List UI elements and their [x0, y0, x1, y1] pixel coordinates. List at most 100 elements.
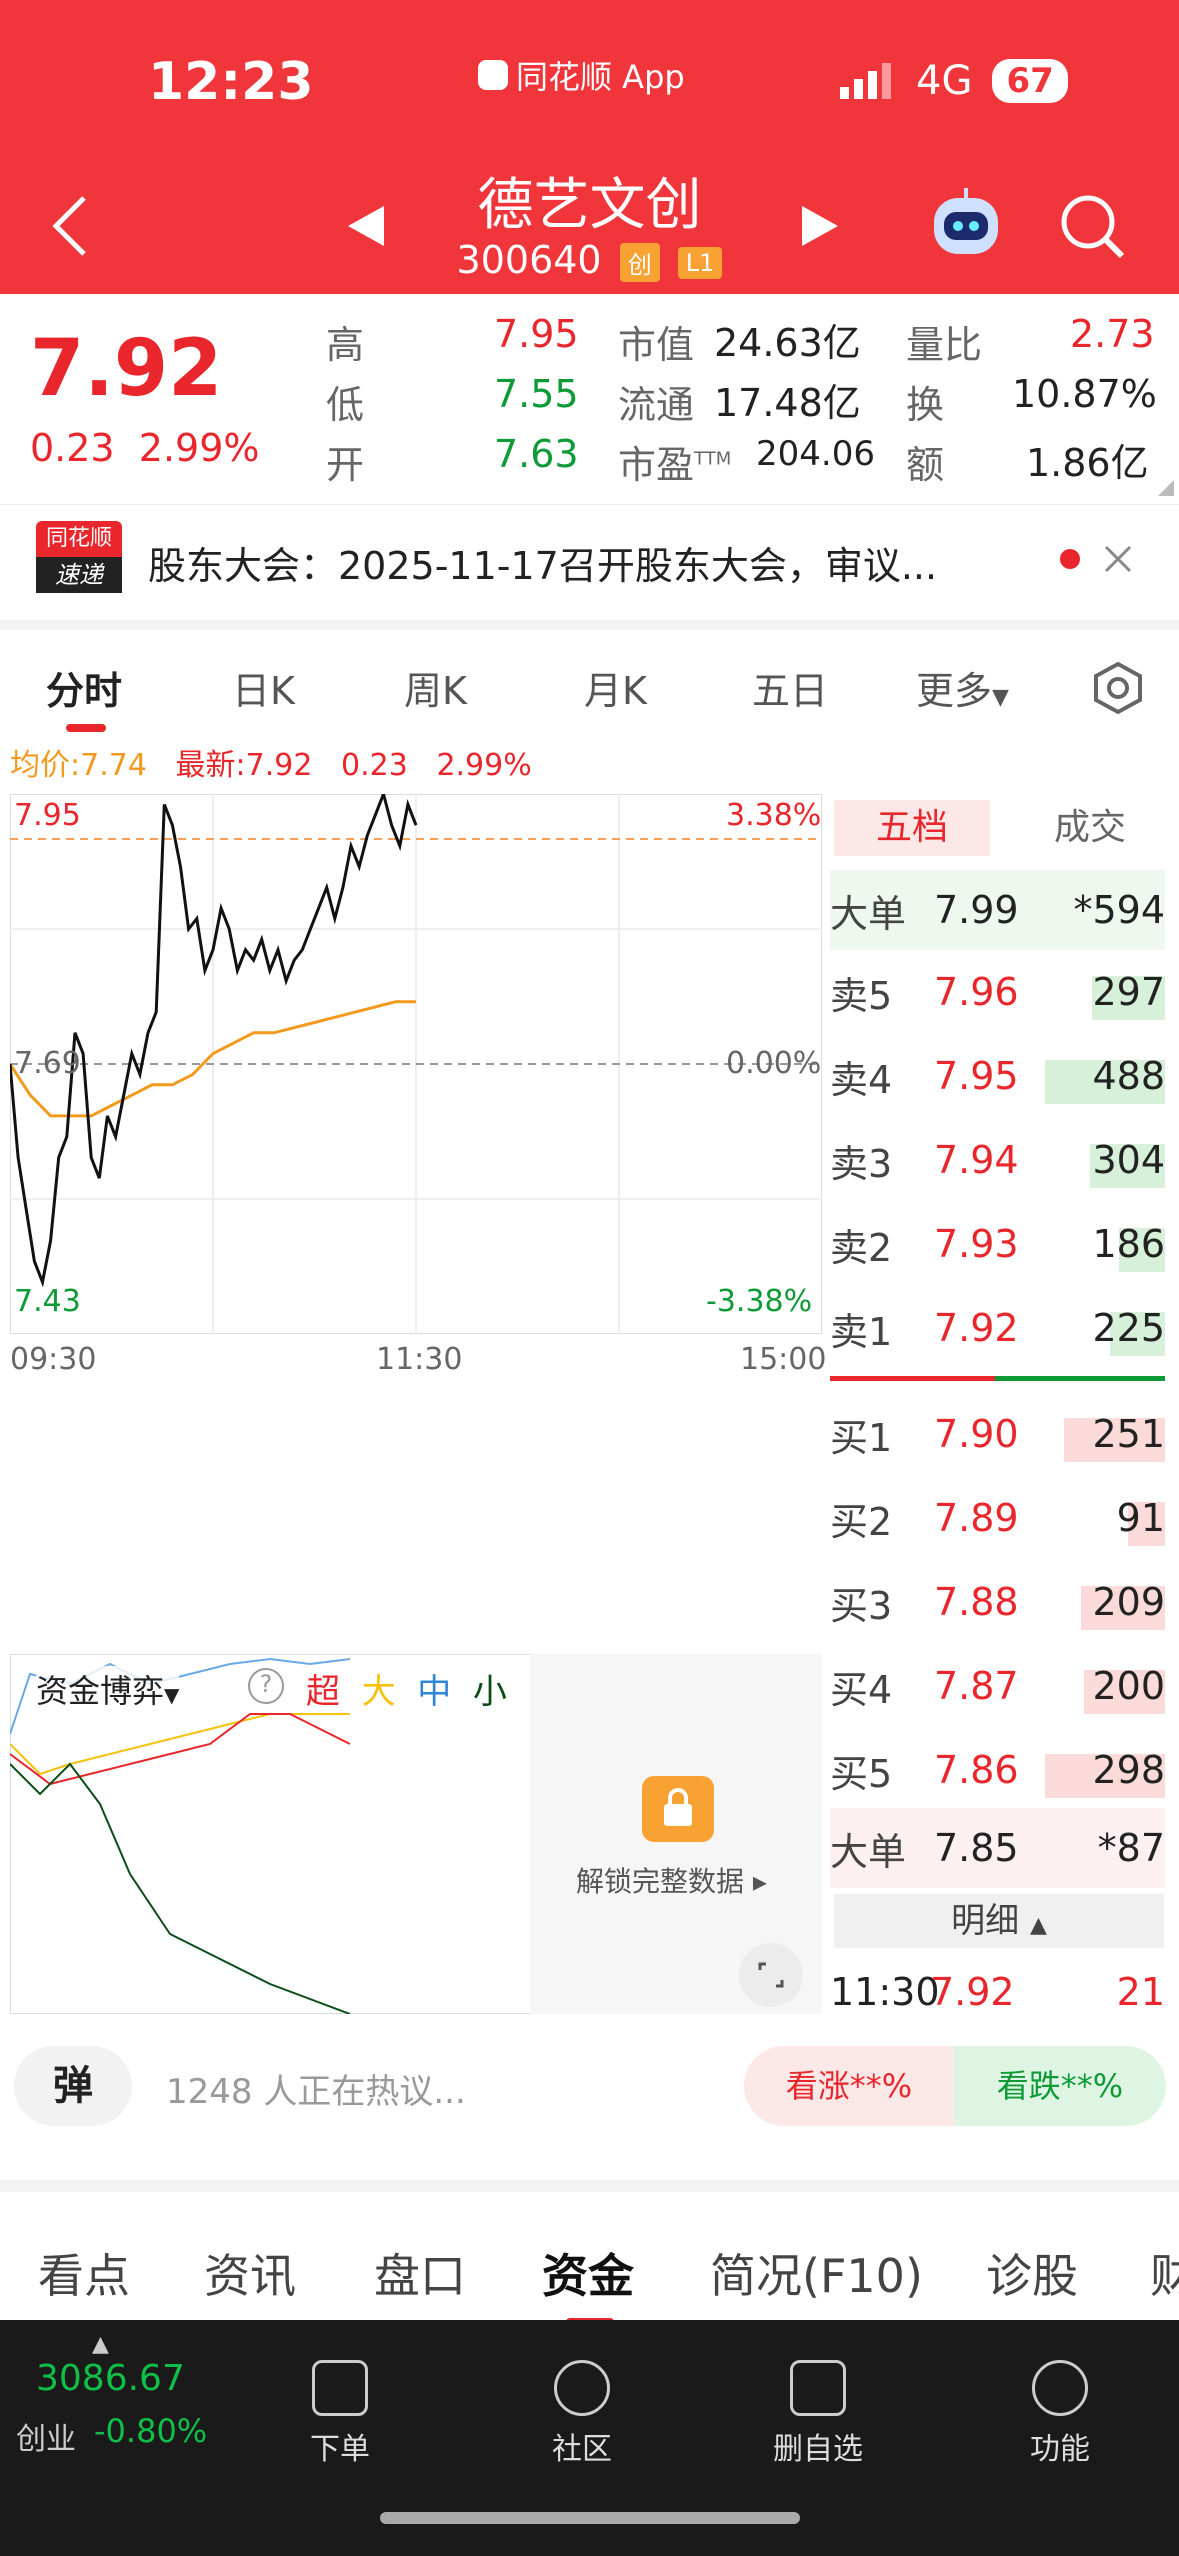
tab-monthly-k[interactable]: 月K [584, 660, 647, 715]
order-label: 下单 [310, 2432, 370, 2467]
x-label-close: 15:00 [740, 1342, 827, 1377]
app-name: 同花顺 App [516, 58, 685, 96]
remove-watchlist-button[interactable]: 删自选 [748, 2360, 888, 2468]
level-tag: L1 [677, 246, 723, 279]
bid-price: 7.89 [934, 1496, 1019, 1540]
board-tag: 创 [619, 243, 660, 282]
tab-five-level[interactable]: 五档 [834, 800, 990, 856]
spread-bar-green [995, 1376, 1165, 1381]
ask-row[interactable]: 卖5 7.96 297 [830, 952, 1165, 1032]
tab-trades[interactable]: 成交 [1020, 800, 1160, 856]
ask-vol-text: 186 [1092, 1222, 1165, 1266]
dropdown-icon: ▼ [992, 685, 1009, 710]
big-buy-vol: *87 [1097, 1826, 1165, 1870]
news-text: 股东大会：2025-11-17召开股东大会，审议... [148, 544, 938, 588]
bid-row[interactable]: 买1 7.90 251 [830, 1394, 1165, 1474]
pe-sup: TTM [694, 448, 732, 470]
ask-vol: 488 [1045, 1054, 1165, 1104]
search-icon[interactable] [1058, 192, 1128, 262]
tab-f10[interactable]: 简况(F10) [710, 2240, 923, 2306]
bid-price: 7.87 [934, 1664, 1019, 1708]
ask-row[interactable]: 卖2 7.93 186 [830, 1204, 1165, 1284]
tab-capital[interactable]: 资金 [542, 2240, 634, 2306]
fullscreen-icon[interactable] [738, 1942, 804, 2008]
big-sell-label: 大单 [830, 891, 907, 936]
tab-intraday[interactable]: 分时 [46, 660, 122, 715]
tab-daily-k[interactable]: 日K [232, 660, 295, 715]
bid-label: 买5 [830, 1751, 893, 1796]
tab-weekly-k[interactable]: 周K [404, 660, 467, 715]
bid-vol-text: 200 [1092, 1664, 1165, 1708]
remove-watchlist-icon [790, 2360, 846, 2416]
detail-toggle[interactable]: 明细 ▲ [834, 1894, 1164, 1948]
settings-icon[interactable] [1090, 660, 1146, 716]
bid-row[interactable]: 买3 7.88 209 [830, 1562, 1165, 1642]
index-name: 创业 [16, 2422, 76, 2457]
help-icon[interactable]: ? [248, 1668, 284, 1704]
ask-row[interactable]: 卖3 7.94 304 [830, 1120, 1165, 1200]
functions-button[interactable]: 功能 [990, 2360, 1130, 2468]
tab-more-label: 更多 [916, 669, 993, 713]
volume-ratio: 2.73 [1070, 312, 1155, 356]
tab-news[interactable]: 资讯 [204, 2240, 296, 2306]
turnover-value: 10.87% [1012, 372, 1157, 416]
high-value: 7.95 [494, 312, 579, 356]
ask-label: 卖5 [830, 973, 893, 1018]
bid-row[interactable]: 买2 7.89 91 [830, 1478, 1165, 1558]
network-label: 4G [916, 58, 973, 104]
next-stock-icon[interactable] [800, 204, 840, 248]
news-logo-bottom: 速递 [36, 557, 122, 593]
signal-icon [840, 63, 891, 99]
unlock-link[interactable]: 解锁完整数据 ▸ [576, 1860, 767, 1900]
community-label: 社区 [552, 2432, 612, 2467]
ask-label: 卖3 [830, 1141, 893, 1186]
tab-diagnosis[interactable]: 诊股 [986, 2240, 1078, 2306]
open-label: 开 [326, 443, 365, 487]
lock-icon[interactable] [642, 1776, 714, 1842]
order-button[interactable]: 下单 [270, 2360, 410, 2468]
bid-label: 买3 [830, 1583, 893, 1628]
ask-row[interactable]: 卖1 7.92 225 [830, 1288, 1165, 1368]
danmaku-button[interactable]: 弹 [14, 2046, 132, 2126]
bid-row[interactable]: 买4 7.87 200 [830, 1646, 1165, 1726]
bid-vol-text: 251 [1092, 1412, 1165, 1456]
orderbook-tabs: 五档 成交 [830, 794, 1165, 864]
bullish-button[interactable]: 看涨**% [744, 2046, 954, 2126]
x-label-open: 09:30 [10, 1342, 97, 1377]
ask-vol-text: 297 [1092, 970, 1165, 1014]
market-value-label: 市值 [618, 323, 695, 367]
big-sell-price: 7.99 [934, 888, 1019, 932]
tab-more[interactable]: 更多▼ [916, 660, 1009, 715]
pe-label: 市盈TTM [618, 434, 731, 489]
fund-title[interactable]: 资金博弈▼ [36, 1666, 180, 1712]
intraday-price-chart[interactable] [10, 794, 822, 1334]
tab-market-depth[interactable]: 盘口 [374, 2240, 466, 2306]
ask-label: 卖2 [830, 1225, 893, 1270]
change-pct: 2.99% [138, 426, 260, 470]
ask-price: 7.96 [934, 970, 1019, 1014]
ask-row[interactable]: 卖4 7.95 488 [830, 1036, 1165, 1116]
chart-tabs: 分时 日K 周K 月K 五日 更多▼ [0, 620, 1179, 732]
bid-vol: 251 [1054, 1412, 1165, 1462]
pct-mid-label: 0.00% [726, 1046, 822, 1081]
bearish-button[interactable]: 看跌**% [954, 2046, 1166, 2126]
tab-finance[interactable]: 财 [1150, 2240, 1179, 2306]
bid-row[interactable]: 买5 7.86 298 [830, 1730, 1165, 1810]
tab-highlights[interactable]: 看点 [38, 2240, 130, 2306]
turnover-label: 换 [906, 383, 945, 427]
trade-row: 11:30 7.92 21 [830, 1952, 1165, 2032]
discuss-text[interactable]: 1248 人正在热议... [166, 2064, 466, 2113]
expand-corner-icon[interactable] [1158, 480, 1174, 496]
news-ticker[interactable]: 同花顺 速递 股东大会：2025-11-17召开股东大会，审议... [0, 504, 1179, 610]
community-button[interactable]: 社区 [512, 2360, 652, 2468]
index-value[interactable]: 3086.67 [36, 2358, 185, 2399]
close-icon[interactable] [1104, 545, 1132, 573]
latest-change: 0.23 [341, 748, 408, 783]
pe-value: 204.06 [756, 434, 875, 474]
latest-value: 7.92 [245, 748, 313, 783]
robot-assistant-icon[interactable] [926, 184, 1006, 264]
ask-vol: 186 [1054, 1222, 1165, 1272]
bid-vol-text: 298 [1092, 1748, 1165, 1792]
market-value: 24.63亿 [714, 321, 861, 365]
tab-five-day[interactable]: 五日 [752, 660, 828, 715]
